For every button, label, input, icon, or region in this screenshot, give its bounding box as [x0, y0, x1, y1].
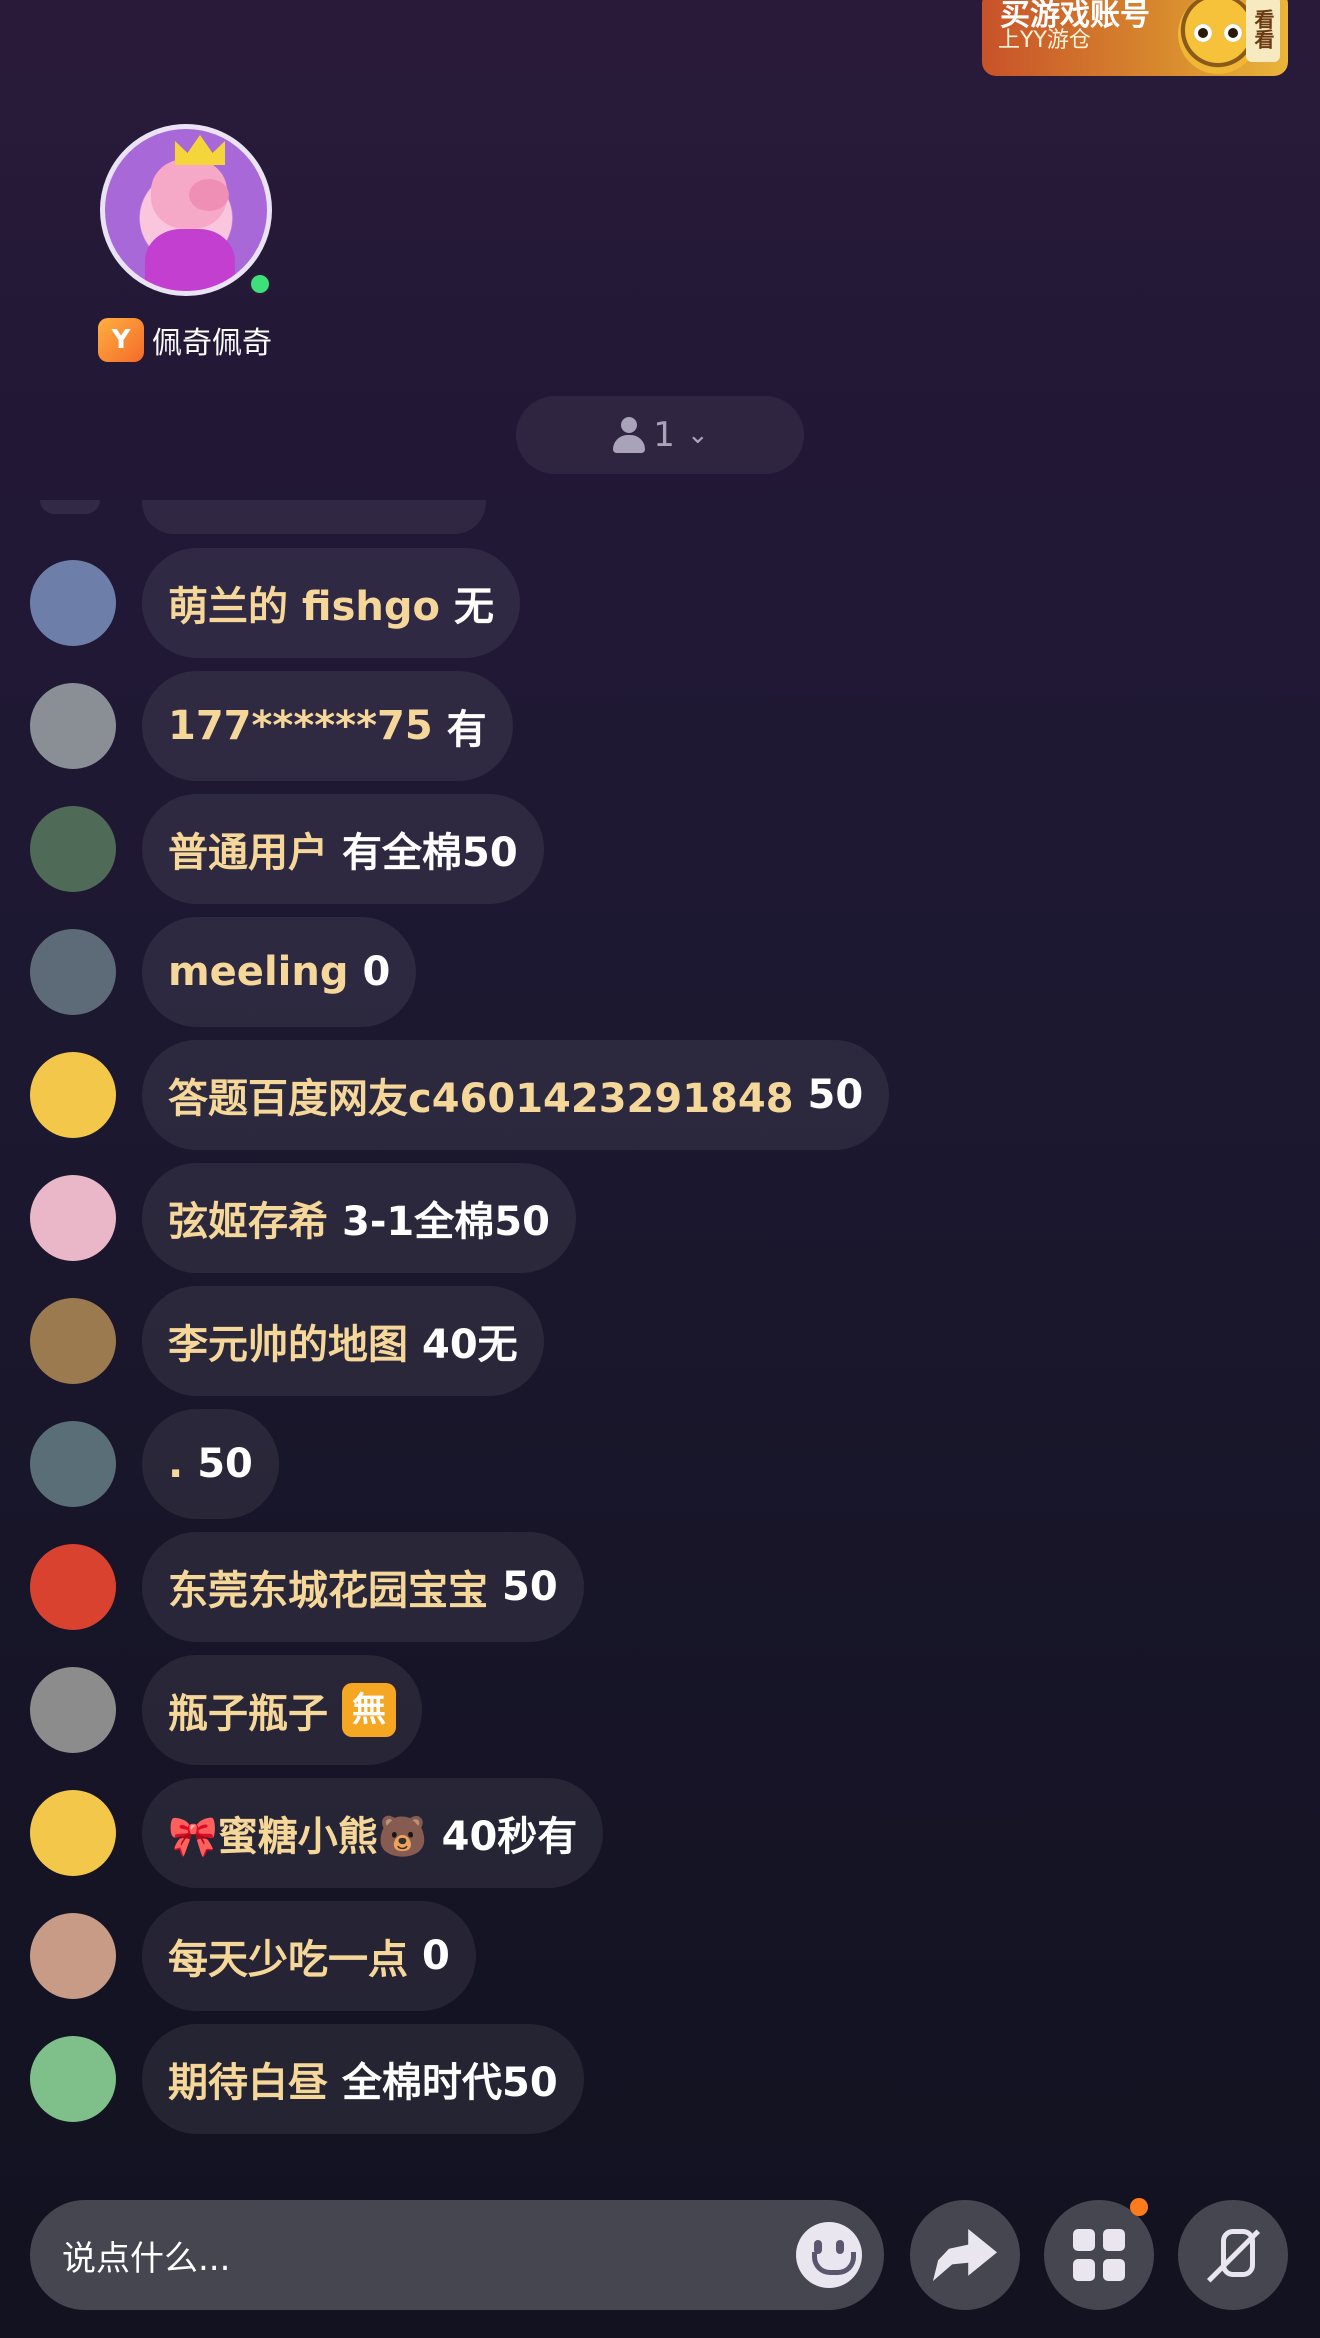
chat-text: 50 [502, 1564, 558, 1610]
chat-username[interactable]: 答题百度网友c4601423291848 [168, 1066, 794, 1124]
chevron-down-icon: ⌄ [686, 420, 709, 450]
share-arrow-icon [933, 2229, 997, 2281]
chat-message: 每天少吃一点 0 [30, 1901, 476, 2011]
chat-username[interactable]: 萌兰的 fishgo [168, 574, 440, 632]
member-count-button[interactable]: 1 ⌄ [516, 396, 804, 474]
chat-text: 50 [807, 1072, 864, 1118]
chat-message: 177******75 有 [30, 671, 513, 781]
chat-username[interactable]: 瓶子瓶子 [168, 1681, 328, 1739]
promo-subtitle: 上YY游仓 [998, 28, 1091, 53]
chat-bubble[interactable]: 期待白昼 全棉时代50 [142, 2024, 584, 2134]
chat-text: 有全棉50 [342, 830, 518, 876]
chat-message: 答题百度网友c4601423291848 50 [30, 1040, 890, 1150]
chat-message: 🎀蜜糖小熊🐻 40秒有 [30, 1778, 604, 1888]
chat-bubble[interactable]: 177******75 有 [142, 671, 513, 781]
chat-username[interactable]: 177******75 [168, 703, 433, 749]
comment-input[interactable]: 说点什么... [30, 2200, 884, 2310]
emoji-icon[interactable] [796, 2222, 862, 2288]
user-avatar[interactable] [30, 1298, 116, 1384]
chat-text: 无 [453, 584, 494, 630]
chat-message: 瓶子瓶子無 [30, 1655, 422, 1765]
chat-text: 50 [197, 1441, 253, 1487]
chat-bubble[interactable]: 萌兰的 fishgo 无 [142, 548, 520, 658]
user-avatar[interactable] [30, 1175, 116, 1261]
chat-message: meeling 0 [30, 917, 417, 1027]
share-button[interactable] [910, 2200, 1020, 2310]
mic-off-icon [1203, 2225, 1263, 2285]
user-avatar[interactable] [30, 683, 116, 769]
chat-text: 全棉时代50 [342, 2060, 558, 2106]
user-avatar[interactable] [30, 560, 116, 646]
person-icon [611, 417, 647, 453]
chat-username[interactable]: 李元帅的地图 [168, 1312, 408, 1370]
chat-text: 40无 [422, 1322, 518, 1368]
chat-bubble[interactable]: 🎀蜜糖小熊🐻 40秒有 [142, 1778, 604, 1888]
chat-bubble[interactable]: . 50 [142, 1409, 279, 1519]
user-avatar[interactable] [30, 929, 116, 1015]
member-count: 1 [653, 415, 675, 455]
chat-bubble[interactable]: meeling 0 [142, 917, 417, 1027]
avatar-snout [189, 179, 229, 211]
avatar-dress [145, 229, 235, 291]
chat-message: 普通用户 有全棉50 [30, 794, 544, 904]
comment-input-placeholder: 说点什么... [62, 2238, 231, 2279]
host-name: 佩奇佩奇 [152, 326, 272, 361]
chat-username[interactable]: 期待白昼 [168, 2050, 328, 2108]
chat-username[interactable]: 弦姬存希 [168, 1189, 328, 1247]
emoji-sticker: 無 [342, 1683, 396, 1737]
partial-chat-bubble [142, 500, 486, 534]
chat-message: . 50 [30, 1409, 279, 1519]
chat-text: 40秒有 [441, 1814, 578, 1860]
chat-username[interactable]: 普通用户 [168, 820, 328, 878]
chat-bubble[interactable]: 瓶子瓶子無 [142, 1655, 422, 1765]
user-avatar[interactable] [30, 1544, 116, 1630]
chat-username[interactable]: meeling [168, 949, 348, 995]
user-avatar[interactable] [30, 1790, 116, 1876]
more-apps-button[interactable] [1044, 2200, 1154, 2310]
user-avatar[interactable] [30, 1052, 116, 1138]
chat-bubble[interactable]: 答题百度网友c4601423291848 50 [142, 1040, 890, 1150]
chat-message: 李元帅的地图 40无 [30, 1286, 544, 1396]
host-name-row: Y 佩奇佩奇 [98, 318, 272, 362]
crown-icon [175, 135, 225, 165]
chat-message: 东莞东城花园宝宝 50 [30, 1532, 584, 1642]
promo-badge: 看看 [1246, 0, 1280, 62]
chat-bubble[interactable]: 弦姬存希 3-1全棉50 [142, 1163, 576, 1273]
promo-banner[interactable]: 买游戏账号 上YY游仓 看看 [982, 0, 1288, 76]
chat-username[interactable]: 东莞东城花园宝宝 [168, 1558, 488, 1616]
notification-dot [1130, 2198, 1148, 2216]
chat-username[interactable]: 🎀蜜糖小熊🐻 [168, 1804, 428, 1862]
user-avatar[interactable] [30, 1667, 116, 1753]
chat-text: 3-1全棉50 [342, 1199, 550, 1245]
chat-message: 萌兰的 fishgo 无 [30, 548, 520, 658]
online-status-dot [248, 272, 272, 296]
chat-text: 0 [422, 1933, 450, 1979]
user-avatar[interactable] [30, 2036, 116, 2122]
chat-message: 弦姬存希 3-1全棉50 [30, 1163, 576, 1273]
chat-bubble[interactable]: 东莞东城花园宝宝 50 [142, 1532, 584, 1642]
mic-mute-button[interactable] [1178, 2200, 1288, 2310]
user-avatar[interactable] [30, 1421, 116, 1507]
chat-bubble[interactable]: 李元帅的地图 40无 [142, 1286, 544, 1396]
chat-bubble[interactable]: 每天少吃一点 0 [142, 1901, 476, 2011]
chat-text: 0 [362, 949, 391, 995]
user-avatar[interactable] [30, 1913, 116, 1999]
grid-icon [1073, 2229, 1125, 2281]
chat-bubble[interactable]: 普通用户 有全棉50 [142, 794, 544, 904]
user-avatar[interactable] [30, 806, 116, 892]
chat-username[interactable]: 每天少吃一点 [168, 1927, 408, 1985]
partial-avatar [40, 500, 100, 514]
host-badge-icon: Y [98, 318, 144, 362]
chat-text: 有 [446, 707, 487, 753]
chat-username[interactable]: . [168, 1441, 183, 1487]
host-avatar[interactable] [100, 124, 272, 296]
chat-message: 期待白昼 全棉时代50 [30, 2024, 584, 2134]
